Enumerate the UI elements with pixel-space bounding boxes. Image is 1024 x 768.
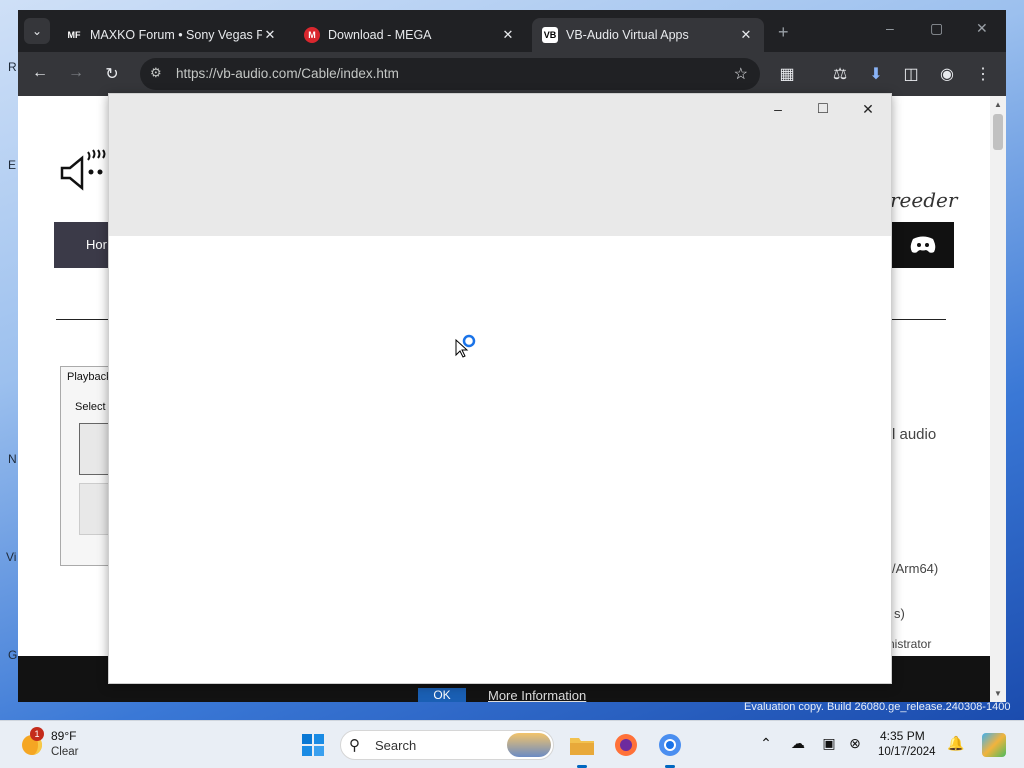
- site-info-icon[interactable]: ⚙: [150, 65, 162, 81]
- weather-temperature: 89°F: [51, 729, 77, 743]
- search-icon: ⚲: [349, 737, 360, 754]
- select-label: Select: [75, 401, 106, 413]
- browser-close-button[interactable]: ✕: [976, 20, 988, 37]
- download-icon[interactable]: ⬇: [865, 64, 887, 84]
- desktop-icon-fragment[interactable]: E: [8, 158, 16, 172]
- busy-cursor-icon: [455, 334, 476, 358]
- forward-icon[interactable]: →: [65, 64, 87, 82]
- nav-home-link[interactable]: Hor: [86, 237, 107, 252]
- firefox-taskbar-icon[interactable]: [612, 731, 640, 759]
- tab-vb-audio[interactable]: VB VB-Audio Virtual Apps ✕: [532, 18, 764, 52]
- evaluation-watermark: Evaluation copy. Build 26080.ge_release.…: [744, 701, 1011, 713]
- windows-start-icon[interactable]: [301, 733, 325, 757]
- body-text-fragment: nistrator: [888, 637, 932, 651]
- search-highlight-image: [507, 733, 551, 757]
- window-maximize-button[interactable]: □: [801, 98, 845, 120]
- taskbar: 1 89°F Clear ⚲ Search ⌃ ☁ ▣ ⊗ 4:35 PM 10…: [0, 720, 1024, 768]
- extensions-icon[interactable]: ▦: [776, 64, 798, 84]
- new-tab-button[interactable]: +: [778, 22, 789, 43]
- tab-close-icon[interactable]: ✕: [500, 27, 516, 43]
- menu-kebab-icon[interactable]: ⋮: [972, 64, 994, 84]
- weather-alert-badge: 1: [30, 727, 44, 741]
- reload-icon[interactable]: ↻: [101, 64, 123, 84]
- tab-title: VB-Audio Virtual Apps: [566, 28, 689, 42]
- scroll-up-arrow-icon[interactable]: ▲: [994, 100, 1002, 109]
- desktop-icon-fragment[interactable]: R: [8, 60, 17, 74]
- window-title-bar[interactable]: – □ ✕: [109, 94, 891, 236]
- clock-date[interactable]: 10/17/2024: [878, 746, 936, 758]
- window-minimize-button[interactable]: –: [756, 98, 800, 120]
- mega-favicon-icon: M: [304, 27, 320, 43]
- desktop-icon-fragment[interactable]: Vi: [6, 550, 16, 564]
- more-information-link[interactable]: More Information: [488, 688, 586, 702]
- scroll-thumb[interactable]: [993, 114, 1003, 150]
- weather-condition: Clear: [51, 746, 79, 758]
- blank-app-window: – □ ✕: [108, 93, 892, 684]
- file-explorer-taskbar-icon[interactable]: [568, 731, 596, 759]
- cookie-ok-button[interactable]: OK: [418, 688, 466, 702]
- search-label: Search: [375, 738, 417, 753]
- profile-avatar-icon[interactable]: ◉: [936, 64, 958, 84]
- tab-maxko-forum[interactable]: MF MAXKO Forum • Sony Vegas P ✕: [56, 18, 288, 52]
- chrome-taskbar-icon[interactable]: [656, 731, 684, 759]
- browser-minimize-button[interactable]: –: [886, 20, 894, 36]
- body-text-fragment: /Arm64): [892, 561, 939, 576]
- url-text[interactable]: https://vb-audio.com/Cable/index.htm: [176, 66, 399, 81]
- playback-tab-label: Playback: [67, 371, 112, 383]
- maxko-favicon-icon: MF: [67, 30, 81, 40]
- tab-title: MAXKO Forum • Sony Vegas P: [90, 28, 262, 42]
- back-icon[interactable]: ←: [29, 64, 51, 82]
- browser-toolbar: ← → ↻ ⚙ https://vb-audio.com/Cable/index…: [18, 52, 1006, 96]
- clock-time[interactable]: 4:35 PM: [880, 729, 925, 743]
- copilot-preview-icon[interactable]: [982, 733, 1006, 757]
- tab-strip: ⌄ MF MAXKO Forum • Sony Vegas P ✕ M Down…: [18, 10, 1006, 52]
- side-panel-icon[interactable]: ◫: [900, 64, 922, 84]
- chevron-down-icon: ⌄: [31, 24, 43, 38]
- discord-icon: [910, 236, 936, 253]
- page-signature: reeder: [890, 188, 958, 212]
- tab-search-button[interactable]: ⌄: [24, 18, 50, 44]
- scroll-down-arrow-icon[interactable]: ▼: [994, 689, 1002, 698]
- tab-close-icon[interactable]: ✕: [738, 27, 754, 43]
- tab-close-icon[interactable]: ✕: [262, 27, 278, 43]
- tab-title: Download - MEGA: [328, 28, 432, 42]
- desktop-icon-fragment[interactable]: N: [8, 452, 17, 466]
- onedrive-cloud-icon[interactable]: ☁: [788, 735, 808, 752]
- vb-audio-favicon-icon: VB: [542, 27, 558, 43]
- address-bar[interactable]: ⚙ https://vb-audio.com/Cable/index.htm ☆: [140, 58, 760, 90]
- show-hidden-icons-chevron-icon[interactable]: ⌃: [756, 735, 776, 752]
- body-text-fragment: l audio: [892, 426, 937, 443]
- browser-maximize-button[interactable]: ▢: [930, 20, 943, 37]
- network-icon[interactable]: ⊗: [845, 735, 865, 752]
- window-close-button[interactable]: ✕: [846, 98, 890, 120]
- notification-bell-icon[interactable]: 🔔: [946, 735, 966, 752]
- taskbar-search[interactable]: ⚲ Search: [340, 730, 554, 760]
- bookmark-star-icon[interactable]: ☆: [734, 64, 748, 84]
- body-text-fragment: s): [894, 606, 905, 621]
- display-icon[interactable]: ▣: [819, 735, 839, 752]
- desktop-icon-fragment[interactable]: G: [8, 648, 17, 662]
- tab-mega[interactable]: M Download - MEGA ✕: [294, 18, 526, 52]
- labs-flask-icon[interactable]: ⚖: [829, 64, 851, 84]
- discord-link[interactable]: [892, 222, 954, 268]
- page-scrollbar[interactable]: ▲ ▼: [990, 96, 1006, 702]
